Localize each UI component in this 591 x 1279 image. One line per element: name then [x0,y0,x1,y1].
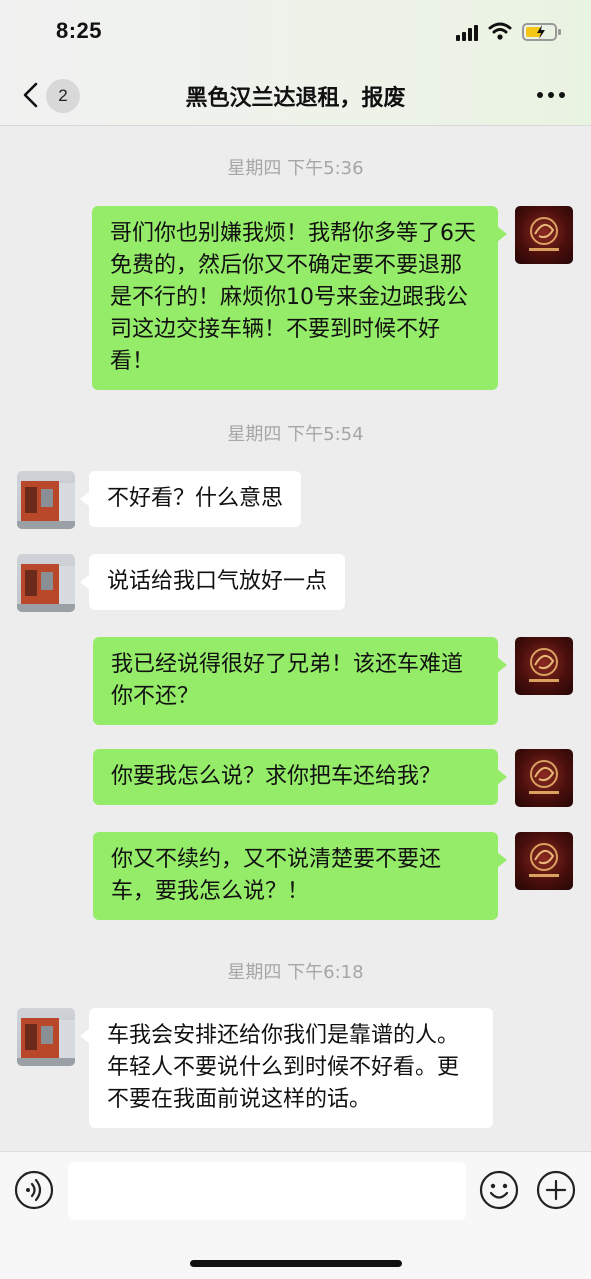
message-bubble-other[interactable]: 不好看？什么意思 [79,471,302,527]
avatar-me[interactable] [515,637,573,695]
message-bubble-me[interactable]: 你又不续约，又不说清楚要不要还车，要我怎么说？！ [93,832,507,920]
avatar-me[interactable] [515,206,573,264]
status-time: 8:25 [56,18,103,43]
timestamp: 星期四 下午5:36 [227,158,364,179]
more-icon[interactable] [536,90,566,100]
timestamp: 星期四 下午5:54 [227,424,364,445]
dragon-logo-icon [529,217,559,251]
message-list[interactable]: 星期四 下午5:36 哥们你也别嫌我烦！我帮你多等了6天免费的，然后你又不确定要… [0,126,591,1151]
signal-icon [456,25,478,41]
avatar-other[interactable] [17,471,75,529]
message-bubble-me[interactable]: 你要我怎么说？求你把车还给我？ [93,749,507,805]
battery-icon [522,23,561,41]
container-house-icon [17,564,75,612]
plus-icon[interactable] [536,1170,576,1210]
avatar-other[interactable] [17,1008,75,1066]
message-bubble-me[interactable]: 哥们你也别嫌我烦！我帮你多等了6天免费的，然后你又不确定要不要退那是不行的！麻烦… [92,206,507,390]
timestamp: 星期四 下午6:18 [227,962,364,983]
dragon-logo-icon [529,760,559,794]
status-bar: 8:25 [0,0,591,64]
chat-header: 2 黑色汉兰达退租，报废 [0,64,591,126]
container-house-icon [17,481,75,529]
wifi-icon [488,22,512,40]
message-input[interactable] [68,1162,466,1220]
message-bubble-me[interactable]: 我已经说得很好了兄弟！该还车难道你不还？ [93,637,507,725]
voice-icon[interactable] [14,1170,54,1210]
avatar-me[interactable] [515,832,573,890]
avatar-me[interactable] [515,749,573,807]
avatar-other[interactable] [17,554,75,612]
emoji-icon[interactable] [479,1170,519,1210]
home-indicator [190,1260,402,1267]
chat-title: 黑色汉兰达退租，报废 [185,86,406,111]
message-bubble-other[interactable]: 车我会安排还给你我们是靠谱的人。年轻人不要说什么到时候不好看。更不要在我面前说这… [80,1008,493,1128]
input-bar [0,1151,591,1279]
message-bubble-other[interactable]: 说话给我口气放好一点 [79,554,346,610]
dragon-logo-icon [529,648,559,682]
dragon-logo-icon [529,843,559,877]
container-house-icon [17,1018,75,1066]
